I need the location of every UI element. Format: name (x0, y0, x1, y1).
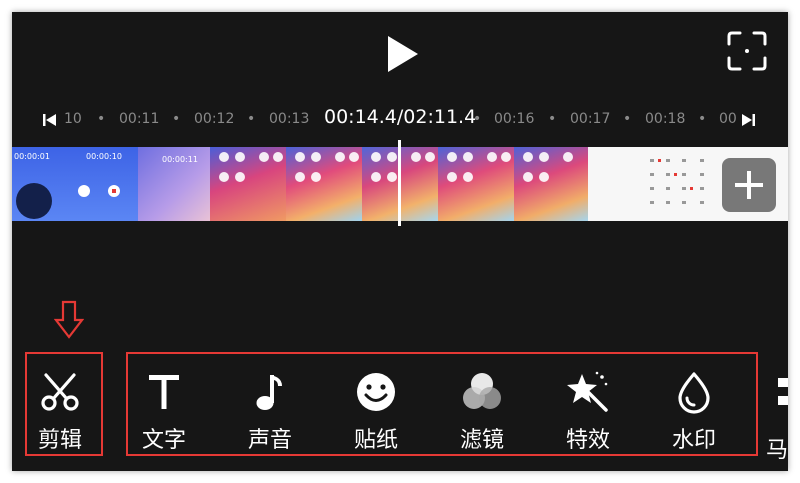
clip-timestamp: 00:00:10 (86, 152, 122, 161)
clip-timestamp: 00:00:11 (162, 155, 198, 164)
fullscreen-icon[interactable] (726, 30, 768, 72)
ruler-dot: • (698, 111, 707, 127)
ruler-tick: 00:11 (119, 111, 160, 127)
ruler-tick: 00:13 (269, 111, 310, 127)
tool-label: 马 (766, 438, 788, 463)
time-ruler[interactable]: 10 • 00:11 • 00:12 • 00:13 00:14.4/02:11… (12, 106, 788, 132)
total-time: 02:11.4 (403, 106, 477, 128)
clip-timestamp: 00:00:01 (14, 152, 50, 161)
ruler-tick: 00:18 (645, 111, 686, 127)
ruler-tick: 00 (719, 111, 737, 127)
floating-menu-shape (16, 183, 52, 219)
video-clip-thumbnail[interactable]: 00:00:11 (138, 147, 210, 221)
tool-partial[interactable]: 马 (760, 352, 788, 467)
play-icon[interactable] (382, 34, 422, 74)
ruler-tick: 00:12 (194, 111, 235, 127)
highlight-box-tools (126, 352, 758, 456)
ruler-tick: 00:16 (494, 111, 535, 127)
add-clip-button[interactable] (722, 158, 776, 212)
partial-tool-icon (778, 378, 788, 405)
skip-to-end-icon[interactable] (740, 112, 756, 128)
ruler-tick: 10 (64, 111, 82, 127)
playback-timecode: 00:14.4/02:11.4 (324, 106, 476, 128)
playhead[interactable] (398, 140, 401, 226)
ruler-tick: 00:17 (570, 111, 611, 127)
ruler-dot: • (172, 111, 181, 127)
end-call-dot (112, 189, 116, 193)
ruler-dot: • (473, 111, 482, 127)
video-editor-screen: 10 • 00:11 • 00:12 • 00:13 00:14.4/02:11… (12, 12, 788, 471)
highlight-box-cut (25, 352, 103, 456)
ruler-dot: • (97, 111, 106, 127)
plus-icon (735, 171, 763, 199)
current-time: 00:14.4 (324, 106, 397, 128)
ruler-dot: • (623, 111, 632, 127)
ruler-dot: • (548, 111, 557, 127)
video-clip-thumbnail[interactable]: 00:00:01 00:00:10 (12, 147, 138, 221)
call-button-shape (78, 185, 90, 197)
arrow-down-annotation-icon (54, 300, 84, 339)
skip-to-start-icon[interactable] (42, 112, 58, 128)
ruler-dot: • (247, 111, 256, 127)
